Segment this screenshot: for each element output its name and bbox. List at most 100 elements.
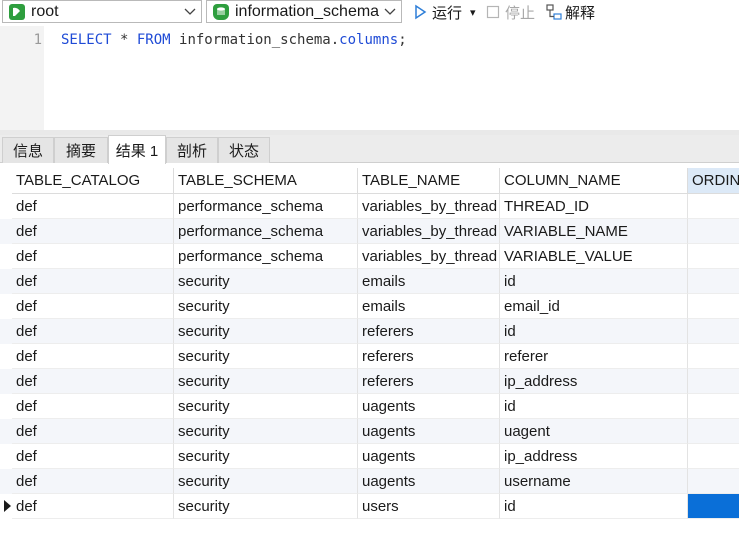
table-cell[interactable] [688,219,739,244]
table-row[interactable]: def performance_schema variables_by_thread… [0,194,739,219]
table-row[interactable]: def security referers referer [0,344,739,369]
table-cell[interactable]: security [174,469,358,494]
table-cell[interactable]: def [12,194,174,219]
table-cell[interactable]: def [12,369,174,394]
sql-editor[interactable]: 1 SELECT * FROM information_schema.colum… [0,26,739,130]
table-cell[interactable]: users [358,494,500,519]
run-dropdown-icon[interactable]: ▾ [470,6,476,19]
table-cell[interactable]: security [174,419,358,444]
table-cell[interactable]: def [12,344,174,369]
table-cell[interactable]: VARIABLE_VALUE [500,244,688,269]
table-cell[interactable] [688,469,739,494]
table-cell[interactable]: security [174,494,358,519]
line-gutter: 1 [0,26,44,130]
table-cell[interactable]: variables_by_thread [358,194,500,219]
table-cell[interactable]: def [12,319,174,344]
table-row[interactable]: def security emails id [0,269,739,294]
table-row[interactable]: def performance_schema variables_by_thread… [0,244,739,269]
table-cell[interactable]: uagent [500,419,688,444]
column-header[interactable]: ORDIN [688,168,739,194]
table-cell[interactable]: def [12,244,174,269]
table-cell[interactable]: email_id [500,294,688,319]
table-cell[interactable] [688,494,739,519]
table-cell[interactable]: VARIABLE_NAME [500,219,688,244]
table-cell[interactable] [688,194,739,219]
table-cell[interactable]: referers [358,369,500,394]
table-row[interactable]: def security uagents username [0,469,739,494]
table-cell[interactable]: THREAD_ID [500,194,688,219]
table-cell[interactable]: id [500,494,688,519]
table-row[interactable]: def performance_schema variables_by_thread… [0,219,739,244]
column-header[interactable]: COLUMN_NAME [500,168,688,194]
tab-result-1[interactable]: 结果 1 [108,135,166,164]
tab-status[interactable]: 状态 [218,137,270,163]
table-cell[interactable]: ip_address [500,444,688,469]
tab-summary[interactable]: 摘要 [54,137,108,163]
table-cell[interactable] [688,294,739,319]
table-cell[interactable]: def [12,494,174,519]
table-row[interactable]: def security uagents id [0,394,739,419]
table-cell[interactable]: def [12,419,174,444]
chevron-down-icon[interactable] [183,4,197,18]
table-cell[interactable] [688,444,739,469]
table-cell[interactable] [688,419,739,444]
table-cell[interactable] [688,244,739,269]
column-header[interactable]: TABLE_CATALOG [12,168,174,194]
table-cell[interactable]: uagents [358,444,500,469]
table-cell[interactable]: id [500,394,688,419]
table-cell[interactable]: security [174,269,358,294]
table-row[interactable]: def security emails email_id [0,294,739,319]
table-cell[interactable]: emails [358,294,500,319]
explain-button[interactable]: 解释 [546,1,595,23]
database-select[interactable]: information_schema [206,0,402,23]
table-cell[interactable]: performance_schema [174,194,358,219]
connection-select[interactable]: root [2,0,202,23]
chevron-down-icon[interactable] [383,4,397,18]
column-header[interactable]: TABLE_NAME [358,168,500,194]
table-cell[interactable]: def [12,469,174,494]
table-cell[interactable]: referers [358,319,500,344]
table-cell[interactable] [688,269,739,294]
stop-button[interactable]: 停止 [486,1,535,23]
table-cell[interactable] [688,344,739,369]
table-cell[interactable]: ip_address [500,369,688,394]
table-cell[interactable]: performance_schema [174,219,358,244]
table-row[interactable]: def security users id [0,494,739,519]
table-cell[interactable]: username [500,469,688,494]
table-cell[interactable]: id [500,269,688,294]
table-row[interactable]: def security referers ip_address [0,369,739,394]
table-cell[interactable]: security [174,344,358,369]
table-cell[interactable]: def [12,269,174,294]
table-cell[interactable]: uagents [358,394,500,419]
table-row[interactable]: def security referers id [0,319,739,344]
column-header[interactable]: TABLE_SCHEMA [174,168,358,194]
table-cell[interactable] [688,394,739,419]
tab-info[interactable]: 信息 [2,137,54,163]
table-cell[interactable]: security [174,369,358,394]
table-cell[interactable]: referer [500,344,688,369]
table-cell[interactable]: security [174,319,358,344]
table-cell[interactable]: security [174,294,358,319]
table-cell[interactable]: uagents [358,419,500,444]
table-cell[interactable]: performance_schema [174,244,358,269]
table-cell[interactable]: security [174,444,358,469]
table-cell[interactable] [688,319,739,344]
run-button[interactable]: 运行 ▾ [412,1,476,23]
tab-profile[interactable]: 剖析 [166,137,218,163]
table-cell[interactable]: variables_by_thread [358,244,500,269]
table-cell[interactable]: def [12,219,174,244]
table-cell[interactable] [688,369,739,394]
table-cell[interactable]: variables_by_thread [358,219,500,244]
table-row[interactable]: def security uagents uagent [0,419,739,444]
table-cell[interactable]: def [12,294,174,319]
table-cell[interactable]: emails [358,269,500,294]
table-cell[interactable]: id [500,319,688,344]
table-cell[interactable]: referers [358,344,500,369]
table-cell[interactable]: def [12,394,174,419]
sql-code[interactable]: SELECT * FROM information_schema.columns… [61,32,407,48]
line-number: 1 [33,32,42,48]
table-cell[interactable]: uagents [358,469,500,494]
table-cell[interactable]: def [12,444,174,469]
table-cell[interactable]: security [174,394,358,419]
table-row[interactable]: def security uagents ip_address [0,444,739,469]
